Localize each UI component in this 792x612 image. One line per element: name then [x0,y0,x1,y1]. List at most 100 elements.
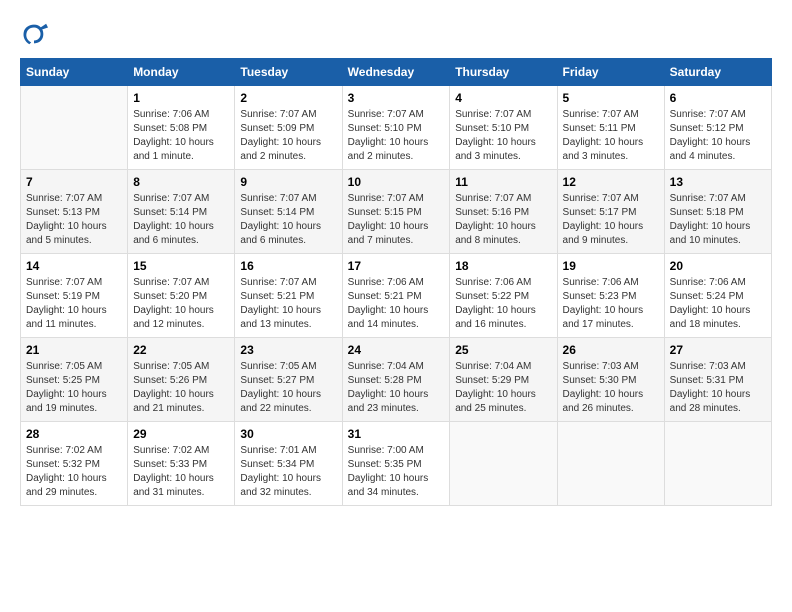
calendar-cell: 2 Sunrise: 7:07 AM Sunset: 5:09 PM Daylig… [235,86,342,170]
calendar-cell: 30Sunrise: 7:01 AM Sunset: 5:34 PM Dayli… [235,422,342,506]
day-info: Sunrise: 7:03 AM Sunset: 5:31 PM Dayligh… [670,360,766,416]
calendar-week-row: 21 Sunrise: 7:05 AM Sunset: 5:25 PM Dayli… [21,338,772,422]
calendar-cell: 13 Sunrise: 7:07 AM Sunset: 5:18 PM Dayli… [664,170,771,254]
calendar-cell: 4 Sunrise: 7:07 AM Sunset: 5:10 PM Daylig… [450,86,557,170]
day-number: 17 [348,259,445,273]
day-info: Sunrise: 7:06 AM Sunset: 5:23 PM Dayligh… [563,276,659,332]
calendar-week-row: 14Sunrise: 7:07 AM Sunset: 5:19 PM Dayli… [21,254,772,338]
weekday-header-tuesday: Tuesday [235,59,342,86]
day-number: 23 [240,343,336,357]
day-number: 19 [563,259,659,273]
day-number: 22 [133,343,229,357]
calendar-week-row: 7 Sunrise: 7:07 AM Sunset: 5:13 PM Daylig… [21,170,772,254]
day-info: Sunrise: 7:07 AM Sunset: 5:18 PM Dayligh… [670,192,766,248]
day-info: Sunrise: 7:07 AM Sunset: 5:14 PM Dayligh… [240,192,336,248]
calendar-cell: 5Sunrise: 7:07 AM Sunset: 5:11 PM Daylig… [557,86,664,170]
day-info: Sunrise: 7:07 AM Sunset: 5:13 PM Dayligh… [26,192,122,248]
day-info: Sunrise: 7:06 AM Sunset: 5:24 PM Dayligh… [670,276,766,332]
day-number: 4 [455,91,551,105]
day-number: 3 [348,91,445,105]
day-info: Sunrise: 7:07 AM Sunset: 5:21 PM Dayligh… [240,276,336,332]
day-number: 2 [240,91,336,105]
calendar-cell: 6 Sunrise: 7:07 AM Sunset: 5:12 PM Daylig… [664,86,771,170]
calendar-body: 1Sunrise: 7:06 AM Sunset: 5:08 PM Daylig… [21,86,772,506]
day-number: 25 [455,343,551,357]
day-number: 30 [240,427,336,441]
day-info: Sunrise: 7:07 AM Sunset: 5:12 PM Dayligh… [670,108,766,164]
day-number: 27 [670,343,766,357]
day-info: Sunrise: 7:07 AM Sunset: 5:17 PM Dayligh… [563,192,659,248]
day-number: 16 [240,259,336,273]
calendar-cell: 10 Sunrise: 7:07 AM Sunset: 5:15 PM Dayli… [342,170,450,254]
calendar-cell: 12 Sunrise: 7:07 AM Sunset: 5:17 PM Dayli… [557,170,664,254]
day-info: Sunrise: 7:07 AM Sunset: 5:15 PM Dayligh… [348,192,445,248]
calendar-cell: 23 Sunrise: 7:05 AM Sunset: 5:27 PM Dayli… [235,338,342,422]
day-info: Sunrise: 7:04 AM Sunset: 5:29 PM Dayligh… [455,360,551,416]
weekday-header-saturday: Saturday [664,59,771,86]
calendar-cell: 27 Sunrise: 7:03 AM Sunset: 5:31 PM Dayli… [664,338,771,422]
calendar-cell: 22 Sunrise: 7:05 AM Sunset: 5:26 PM Dayli… [128,338,235,422]
calendar-week-row: 1Sunrise: 7:06 AM Sunset: 5:08 PM Daylig… [21,86,772,170]
day-number: 18 [455,259,551,273]
day-number: 20 [670,259,766,273]
day-number: 26 [563,343,659,357]
day-number: 15 [133,259,229,273]
calendar-cell [21,86,128,170]
calendar-cell: 28 Sunrise: 7:02 AM Sunset: 5:32 PM Dayli… [21,422,128,506]
day-info: Sunrise: 7:07 AM Sunset: 5:11 PM Dayligh… [563,108,659,164]
calendar-cell: 7 Sunrise: 7:07 AM Sunset: 5:13 PM Daylig… [21,170,128,254]
calendar-header: SundayMondayTuesdayWednesdayThursdayFrid… [21,59,772,86]
calendar-cell [450,422,557,506]
day-number: 6 [670,91,766,105]
weekday-header-row: SundayMondayTuesdayWednesdayThursdayFrid… [21,59,772,86]
day-info: Sunrise: 7:07 AM Sunset: 5:20 PM Dayligh… [133,276,229,332]
weekday-header-sunday: Sunday [21,59,128,86]
day-info: Sunrise: 7:06 AM Sunset: 5:21 PM Dayligh… [348,276,445,332]
day-info: Sunrise: 7:07 AM Sunset: 5:19 PM Dayligh… [26,276,122,332]
calendar-cell: 26 Sunrise: 7:03 AM Sunset: 5:30 PM Dayli… [557,338,664,422]
day-number: 31 [348,427,445,441]
day-number: 12 [563,175,659,189]
calendar-cell: 24Sunrise: 7:04 AM Sunset: 5:28 PM Dayli… [342,338,450,422]
calendar-cell: 9 Sunrise: 7:07 AM Sunset: 5:14 PM Daylig… [235,170,342,254]
day-number: 13 [670,175,766,189]
day-info: Sunrise: 7:07 AM Sunset: 5:10 PM Dayligh… [348,108,445,164]
day-info: Sunrise: 7:07 AM Sunset: 5:10 PM Dayligh… [455,108,551,164]
day-number: 29 [133,427,229,441]
calendar-cell: 19 Sunrise: 7:06 AM Sunset: 5:23 PM Dayli… [557,254,664,338]
day-number: 11 [455,175,551,189]
calendar-cell: 18 Sunrise: 7:06 AM Sunset: 5:22 PM Dayli… [450,254,557,338]
day-info: Sunrise: 7:05 AM Sunset: 5:25 PM Dayligh… [26,360,122,416]
day-number: 10 [348,175,445,189]
weekday-header-wednesday: Wednesday [342,59,450,86]
calendar-cell [664,422,771,506]
day-number: 8 [133,175,229,189]
weekday-header-monday: Monday [128,59,235,86]
day-info: Sunrise: 7:07 AM Sunset: 5:16 PM Dayligh… [455,192,551,248]
day-info: Sunrise: 7:02 AM Sunset: 5:32 PM Dayligh… [26,444,122,500]
day-info: Sunrise: 7:06 AM Sunset: 5:08 PM Dayligh… [133,108,229,164]
calendar-cell: 15 Sunrise: 7:07 AM Sunset: 5:20 PM Dayli… [128,254,235,338]
page-header [20,20,772,48]
day-info: Sunrise: 7:07 AM Sunset: 5:14 PM Dayligh… [133,192,229,248]
weekday-header-friday: Friday [557,59,664,86]
day-info: Sunrise: 7:03 AM Sunset: 5:30 PM Dayligh… [563,360,659,416]
day-info: Sunrise: 7:06 AM Sunset: 5:22 PM Dayligh… [455,276,551,332]
day-info: Sunrise: 7:05 AM Sunset: 5:27 PM Dayligh… [240,360,336,416]
day-number: 7 [26,175,122,189]
day-number: 28 [26,427,122,441]
calendar-cell: 1Sunrise: 7:06 AM Sunset: 5:08 PM Daylig… [128,86,235,170]
day-number: 9 [240,175,336,189]
day-info: Sunrise: 7:07 AM Sunset: 5:09 PM Dayligh… [240,108,336,164]
calendar-cell: 3 Sunrise: 7:07 AM Sunset: 5:10 PM Daylig… [342,86,450,170]
calendar-cell: 11 Sunrise: 7:07 AM Sunset: 5:16 PM Dayli… [450,170,557,254]
calendar-cell [557,422,664,506]
calendar-cell: 20 Sunrise: 7:06 AM Sunset: 5:24 PM Dayli… [664,254,771,338]
day-number: 21 [26,343,122,357]
calendar-table: SundayMondayTuesdayWednesdayThursdayFrid… [20,58,772,506]
calendar-cell: 25 Sunrise: 7:04 AM Sunset: 5:29 PM Dayli… [450,338,557,422]
calendar-cell: 16 Sunrise: 7:07 AM Sunset: 5:21 PM Dayli… [235,254,342,338]
day-info: Sunrise: 7:02 AM Sunset: 5:33 PM Dayligh… [133,444,229,500]
day-info: Sunrise: 7:05 AM Sunset: 5:26 PM Dayligh… [133,360,229,416]
calendar-cell: 21 Sunrise: 7:05 AM Sunset: 5:25 PM Dayli… [21,338,128,422]
